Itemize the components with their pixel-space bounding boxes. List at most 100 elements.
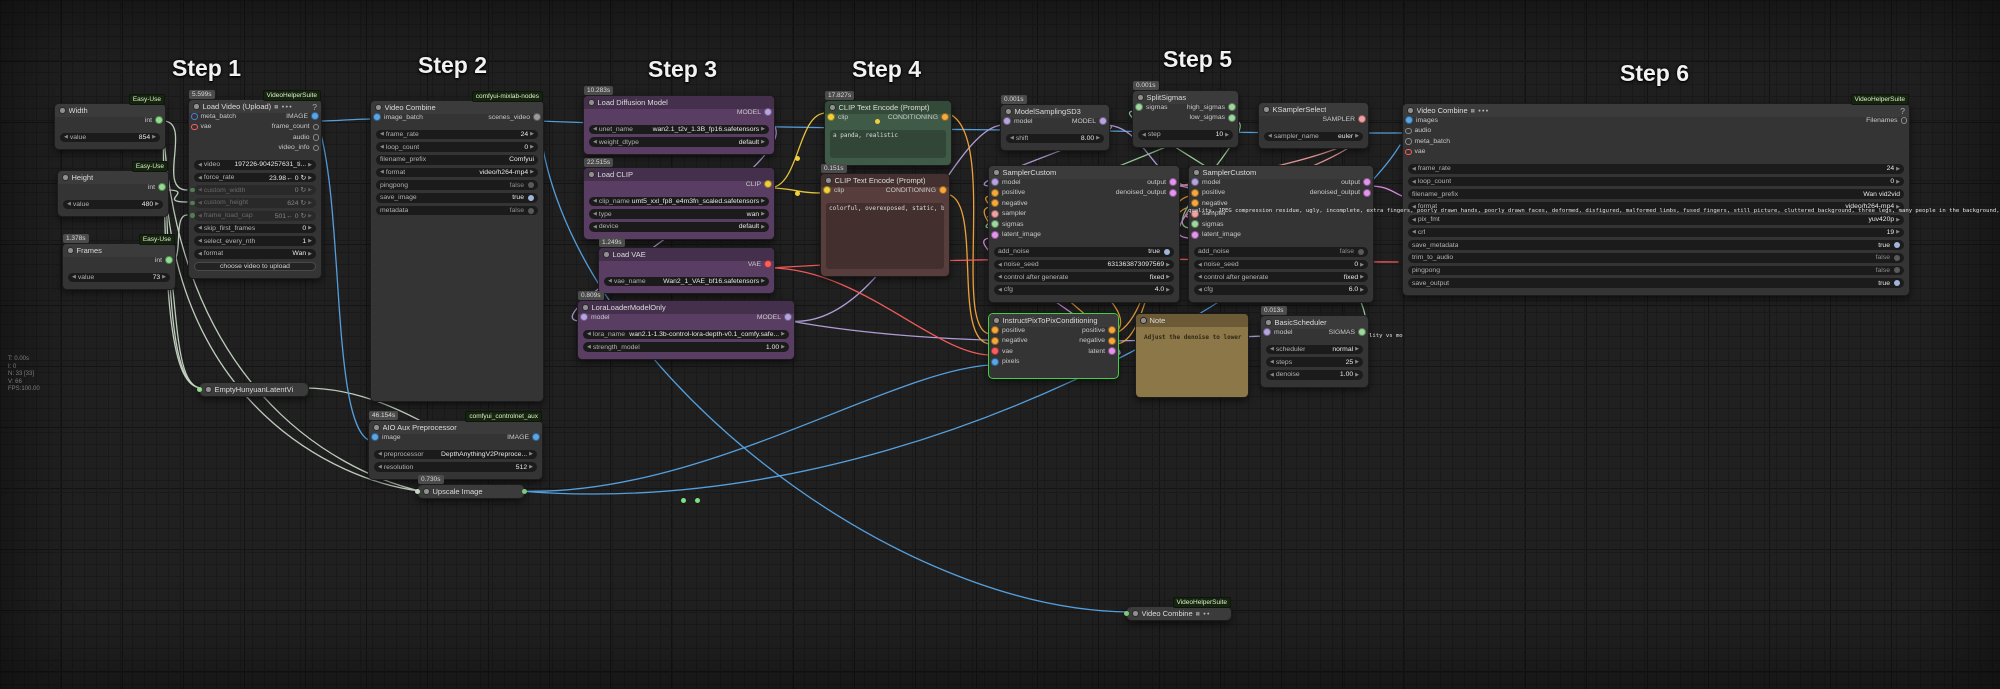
- widget-add_noise[interactable]: add_noise true: [994, 247, 1174, 257]
- node-clip-neg[interactable]: 0.151s CLIP Text Encode (Prompt) clip CONDI…: [820, 164, 950, 277]
- node-basic-scheduler[interactable]: 0.013s BasicScheduler model SIGMAS ◀ schedule…: [1260, 306, 1369, 388]
- combo-left-arrow[interactable]: ◀: [1412, 179, 1416, 185]
- widget-select_every_nth[interactable]: ◀ select_every_nth 1 ▶: [194, 236, 316, 246]
- input-port-negative[interactable]: negative: [991, 336, 1028, 347]
- combo-left-arrow[interactable]: ◀: [1412, 217, 1416, 223]
- combo-right-arrow[interactable]: ▶: [1355, 359, 1359, 365]
- toggle-knob[interactable]: [1358, 248, 1364, 255]
- input-port-image[interactable]: image: [371, 432, 401, 443]
- output-port-SAMPLER[interactable]: SAMPLER: [1323, 114, 1366, 125]
- output-port-int[interactable]: int: [148, 182, 166, 193]
- combo-right-arrow[interactable]: ▶: [781, 344, 785, 350]
- widget-format[interactable]: ◀ format video/h264-mp4 ▶: [376, 167, 538, 178]
- input-port-negative[interactable]: negative: [991, 198, 1028, 209]
- toggle-knob[interactable]: [1894, 242, 1900, 249]
- node-aio-preprocessor[interactable]: 46.154s comfyui_controlnet_aux AIO Aux Pre…: [368, 411, 543, 480]
- output-port-VAE[interactable]: VAE: [748, 259, 772, 270]
- input-port-model[interactable]: model: [1191, 177, 1221, 188]
- combo-right-arrow[interactable]: ▶: [1896, 217, 1900, 223]
- combo-right-arrow[interactable]: ▶: [1355, 372, 1359, 378]
- combo-left-arrow[interactable]: ◀: [67, 201, 71, 207]
- combo-right-arrow[interactable]: ▶: [761, 211, 765, 217]
- combo-right-arrow[interactable]: ▶: [308, 175, 312, 181]
- combo-right-arrow[interactable]: ▶: [1896, 229, 1900, 235]
- input-port-pixels[interactable]: pixels: [991, 357, 1019, 368]
- input-port-model[interactable]: model: [580, 312, 610, 323]
- widget-control-after-generate[interactable]: ◀ control after generate fixed ▶: [994, 272, 1174, 283]
- output-port-scenes_video[interactable]: scenes_video: [488, 112, 541, 123]
- widget-resolution[interactable]: ◀ resolution 512 ▶: [374, 462, 537, 472]
- video-preview-icons[interactable]: ▦ ●●●: [1471, 108, 1490, 114]
- output-port-negative[interactable]: negative: [1079, 336, 1116, 347]
- combo-right-arrow[interactable]: ▶: [529, 451, 533, 457]
- output-port-Filenames[interactable]: Filenames: [1866, 115, 1907, 126]
- prompt-text[interactable]: Adjust the denoise to lower if you wha: [1141, 332, 1243, 390]
- node-video-combine-3[interactable]: VideoHelperSuite Video Combine ▦ ●●: [1124, 597, 1232, 621]
- node-header[interactable]: Video Combine ▦ ●●●?: [1403, 104, 1909, 117]
- toggle-knob[interactable]: [528, 194, 534, 201]
- node-load-clip[interactable]: 22.515s Load CLIP CLIP ◀ clip_name umt5_xxl_f…: [583, 158, 775, 240]
- widget-filename_prefix[interactable]: filename_prefix Comfyui: [376, 154, 538, 165]
- node-load-vae[interactable]: 1.249s Load VAE VAE ◀ vae_name Wan2_1_VAE_bf1…: [598, 238, 775, 295]
- combo-right-arrow[interactable]: ▶: [530, 169, 534, 175]
- output-port-IMAGE[interactable]: IMAGE: [507, 432, 540, 443]
- combo-right-arrow[interactable]: ▶: [761, 139, 765, 145]
- node-video-combine-2[interactable]: comfyui-mixlab-nodes Video Combine image_b…: [370, 91, 544, 403]
- combo-right-arrow[interactable]: ▶: [1355, 133, 1359, 139]
- combo-right-arrow[interactable]: ▶: [1166, 274, 1170, 280]
- combo-right-arrow[interactable]: ▶: [1355, 346, 1359, 352]
- help-icon[interactable]: ?: [312, 102, 317, 112]
- collapsed-input-dot[interactable]: [197, 387, 202, 392]
- node-note[interactable]: Note Adjust the denoise to lower if you w…: [1135, 313, 1249, 398]
- combo-right-arrow[interactable]: ▶: [308, 162, 312, 168]
- input-port-clip[interactable]: clip: [823, 185, 844, 196]
- combo-left-arrow[interactable]: ◀: [378, 451, 382, 457]
- combo-left-arrow[interactable]: ◀: [72, 274, 76, 280]
- widget-preprocessor[interactable]: ◀ preprocessor DepthAnythingV2Preproce... ▶: [374, 449, 537, 460]
- combo-left-arrow[interactable]: ◀: [587, 331, 591, 337]
- widget-video[interactable]: ◀ video 197226-904257631_ti... ▶: [194, 160, 316, 170]
- combo-left-arrow[interactable]: ◀: [1412, 166, 1416, 172]
- input-port-vae[interactable]: vae: [991, 346, 1013, 357]
- output-port-audio[interactable]: audio: [293, 132, 319, 143]
- node-lora-loader[interactable]: 0.809s LoraLoaderModelOnly model MODEL ◀ lora…: [577, 291, 795, 360]
- output-port-MODEL[interactable]: MODEL: [1072, 116, 1107, 127]
- combo-left-arrow[interactable]: ◀: [378, 464, 382, 470]
- widget-value[interactable]: ◀ value 854 ▶: [60, 132, 160, 143]
- combo-left-arrow[interactable]: ◀: [998, 274, 1002, 280]
- collapsed-input-dot[interactable]: [415, 489, 420, 494]
- widget-trim_to_audio[interactable]: trim_to_audio false: [1408, 252, 1904, 263]
- widget-cfg[interactable]: ◀ cfg 4.0 ▶: [994, 285, 1174, 295]
- combo-left-arrow[interactable]: ◀: [198, 225, 202, 231]
- node-model-sampling[interactable]: 0.001s ModelSamplingSD3 model MODEL ◀ shift 8.…: [1000, 95, 1110, 152]
- combo-left-arrow[interactable]: ◀: [198, 213, 202, 219]
- toggle-knob[interactable]: [528, 182, 534, 189]
- widget-skip_first_frames[interactable]: ◀ skip_first_frames 0 ▶: [194, 223, 316, 234]
- widget-format[interactable]: ◀ format Wan ▶: [194, 248, 316, 259]
- reroute-dot[interactable]: [680, 497, 686, 503]
- combo-right-arrow[interactable]: ▶: [1896, 179, 1900, 185]
- combo-right-arrow[interactable]: ▶: [1225, 132, 1229, 138]
- combo-right-arrow[interactable]: ▶: [308, 200, 312, 206]
- toggle-knob[interactable]: [1894, 254, 1900, 261]
- combo-left-arrow[interactable]: ◀: [198, 187, 202, 193]
- combo-right-arrow[interactable]: ▶: [152, 134, 156, 140]
- input-port-latent_image[interactable]: latent_image: [991, 230, 1041, 241]
- widget-add_noise[interactable]: add_noise false: [1194, 247, 1368, 257]
- input-port-images[interactable]: images: [1405, 115, 1438, 126]
- widget-loop_count[interactable]: ◀ loop_count 0 ▶: [1408, 176, 1904, 187]
- output-port-video_info[interactable]: video_info: [279, 143, 319, 154]
- output-port-output[interactable]: output: [1147, 177, 1177, 188]
- combo-right-arrow[interactable]: ▶: [761, 126, 765, 132]
- combo-left-arrow[interactable]: ◀: [1412, 229, 1416, 235]
- input-port-positive[interactable]: positive: [991, 188, 1025, 199]
- widget-frame_load_cap[interactable]: ◀ frame_load_cap 501← 0 ↻ ▶: [190, 210, 316, 221]
- output-port-latent[interactable]: latent: [1088, 346, 1116, 357]
- combo-left-arrow[interactable]: ◀: [998, 287, 1002, 293]
- widget-steps[interactable]: ◀ steps 25 ▶: [1266, 357, 1363, 367]
- combo-right-arrow[interactable]: ▶: [761, 224, 765, 230]
- node-upscale-image[interactable]: 0.730s Upscale Image: [415, 475, 527, 499]
- node-load-video[interactable]: 5.599s VideoHelperSuite Load Video (Upload…: [188, 90, 322, 280]
- input-port-vae[interactable]: vae: [191, 122, 211, 133]
- input-port-sigmas[interactable]: sigmas: [991, 219, 1024, 230]
